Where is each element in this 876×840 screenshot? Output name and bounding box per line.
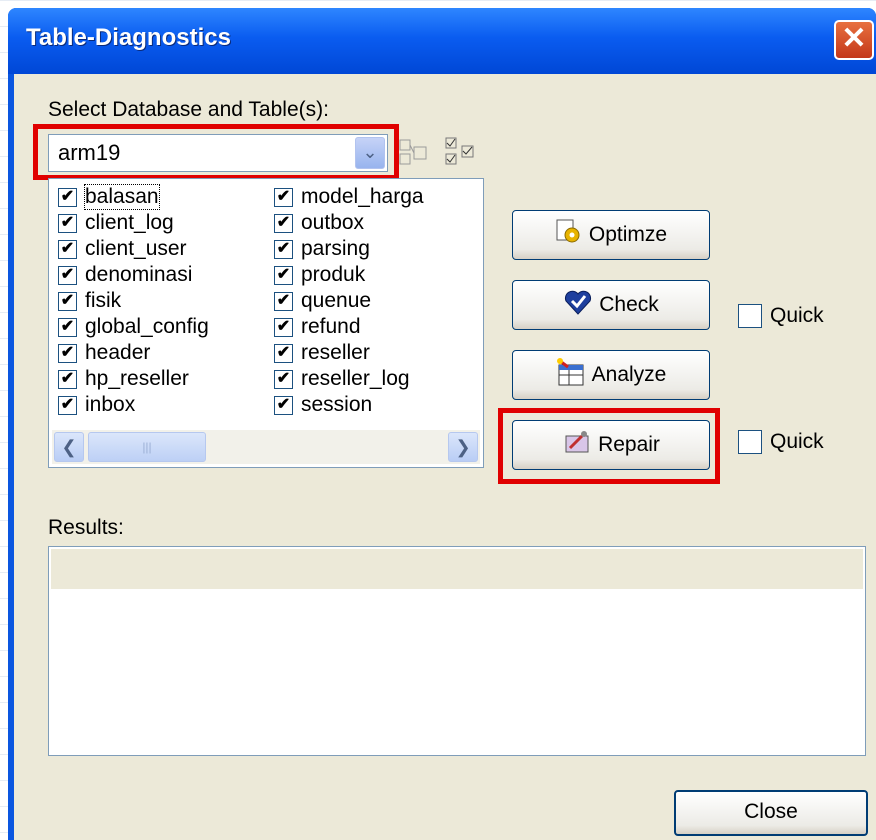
table-column-2: ✔ model_harga ✔ outbox ✔ parsing ✔ produk ✔ q… xyxy=(274,184,424,418)
check-label: Check xyxy=(599,293,659,316)
table-name: model_harga xyxy=(301,185,424,208)
table-list-item[interactable]: ✔ produk xyxy=(274,262,424,288)
scroll-thumb[interactable]: ||| xyxy=(88,432,206,462)
table-name: global_config xyxy=(85,315,209,338)
table-list-item[interactable]: ✔ hp_reseller xyxy=(58,366,209,392)
close-button[interactable]: Close xyxy=(674,790,868,836)
table-list-item[interactable]: ✔ parsing xyxy=(274,236,424,262)
table-list-item[interactable]: ✔ denominasi xyxy=(58,262,209,288)
table-list-item[interactable]: ✔ session xyxy=(274,392,424,418)
table-name: parsing xyxy=(301,237,370,260)
table-list-item[interactable]: ✔ header xyxy=(58,340,209,366)
check-quick-checkbox[interactable] xyxy=(738,304,762,328)
check-quick-label: Quick xyxy=(770,304,824,327)
checkbox-checked[interactable]: ✔ xyxy=(274,343,293,363)
scroll-right-icon[interactable]: ❯ xyxy=(448,432,478,462)
table-list-item[interactable]: ✔ fisik xyxy=(58,288,209,314)
check-button[interactable]: Check xyxy=(512,280,710,330)
table-list-item[interactable]: ✔ global_config xyxy=(58,314,209,340)
table-list-item[interactable]: ✔ client_log xyxy=(58,210,209,236)
checkbox-checked[interactable]: ✔ xyxy=(274,265,293,285)
table-list-item[interactable]: ✔ reseller_log xyxy=(274,366,424,392)
table-name: header xyxy=(85,341,151,364)
select-database-label: Select Database and Table(s): xyxy=(48,98,329,121)
table-name: fisik xyxy=(85,289,122,312)
repair-quick-checkbox[interactable] xyxy=(738,430,762,454)
window-close-icon[interactable]: ✕ xyxy=(834,20,874,60)
checkbox-checked[interactable]: ✔ xyxy=(58,213,77,233)
table-name: outbox xyxy=(301,211,365,234)
deselect-all-icon[interactable] xyxy=(398,138,430,175)
highlight-database xyxy=(33,124,399,180)
checkbox-checked[interactable]: ✔ xyxy=(58,239,77,259)
table-list-item[interactable]: ✔ outbox xyxy=(274,210,424,236)
checkbox-checked[interactable]: ✔ xyxy=(58,187,77,207)
table-name: hp_reseller xyxy=(85,367,189,390)
analyze-button[interactable]: Analyze xyxy=(512,350,710,400)
check-quick-option[interactable]: Quick xyxy=(738,304,824,328)
table-list-item[interactable]: ✔ quenue xyxy=(274,288,424,314)
table-name: reseller_log xyxy=(301,367,410,390)
checkbox-checked[interactable]: ✔ xyxy=(58,291,77,311)
table-list-item[interactable]: ✔ refund xyxy=(274,314,424,340)
checkbox-checked[interactable]: ✔ xyxy=(58,317,77,337)
checkbox-checked[interactable]: ✔ xyxy=(58,369,77,389)
checkbox-checked[interactable]: ✔ xyxy=(274,187,293,207)
table-column-1: ✔ balasan ✔ client_log ✔ client_user ✔ denom… xyxy=(58,184,209,418)
table-name: session xyxy=(301,393,373,416)
table-name: reseller xyxy=(301,341,370,364)
analyze-label: Analyze xyxy=(591,363,667,386)
table-name: inbox xyxy=(85,393,136,416)
window-title: Table-Diagnostics xyxy=(26,24,231,51)
table-name: client_log xyxy=(85,211,174,234)
repair-quick-label: Quick xyxy=(770,430,824,453)
table-name: quenue xyxy=(301,289,372,312)
optimize-label: Optimze xyxy=(588,223,668,246)
checkbox-checked[interactable]: ✔ xyxy=(274,213,293,233)
checkbox-checked[interactable]: ✔ xyxy=(58,343,77,363)
checkbox-checked[interactable]: ✔ xyxy=(274,395,293,415)
checkbox-checked[interactable]: ✔ xyxy=(274,239,293,259)
checkbox-checked[interactable]: ✔ xyxy=(274,369,293,389)
table-name: produk xyxy=(301,263,366,286)
select-all-icon[interactable] xyxy=(444,136,478,175)
checkbox-checked[interactable]: ✔ xyxy=(58,395,77,415)
checkbox-checked[interactable]: ✔ xyxy=(58,265,77,285)
highlight-repair xyxy=(498,408,720,484)
table-list-item[interactable]: ✔ reseller xyxy=(274,340,424,366)
table-list-item[interactable]: ✔ inbox xyxy=(58,392,209,418)
repair-quick-option[interactable]: Quick xyxy=(738,430,824,454)
checkbox-checked[interactable]: ✔ xyxy=(274,317,293,337)
table-list-item[interactable]: ✔ client_user xyxy=(58,236,209,262)
table-name: balasan xyxy=(84,184,160,210)
table-list-item[interactable]: ✔ balasan xyxy=(58,184,209,210)
analyze-table-icon xyxy=(556,357,586,393)
table-list-item[interactable]: ✔ model_harga xyxy=(274,184,424,210)
table-name: denominasi xyxy=(85,263,193,286)
checkbox-checked[interactable]: ✔ xyxy=(274,291,293,311)
check-heart-icon xyxy=(563,288,593,322)
results-label: Results: xyxy=(48,516,124,539)
table-name: refund xyxy=(301,315,361,338)
table-name: client_user xyxy=(85,237,187,260)
results-header xyxy=(51,549,863,589)
scroll-left-icon[interactable]: ❮ xyxy=(54,432,84,462)
optimize-gears-icon xyxy=(555,218,583,252)
optimize-button[interactable]: Optimze xyxy=(512,210,710,260)
